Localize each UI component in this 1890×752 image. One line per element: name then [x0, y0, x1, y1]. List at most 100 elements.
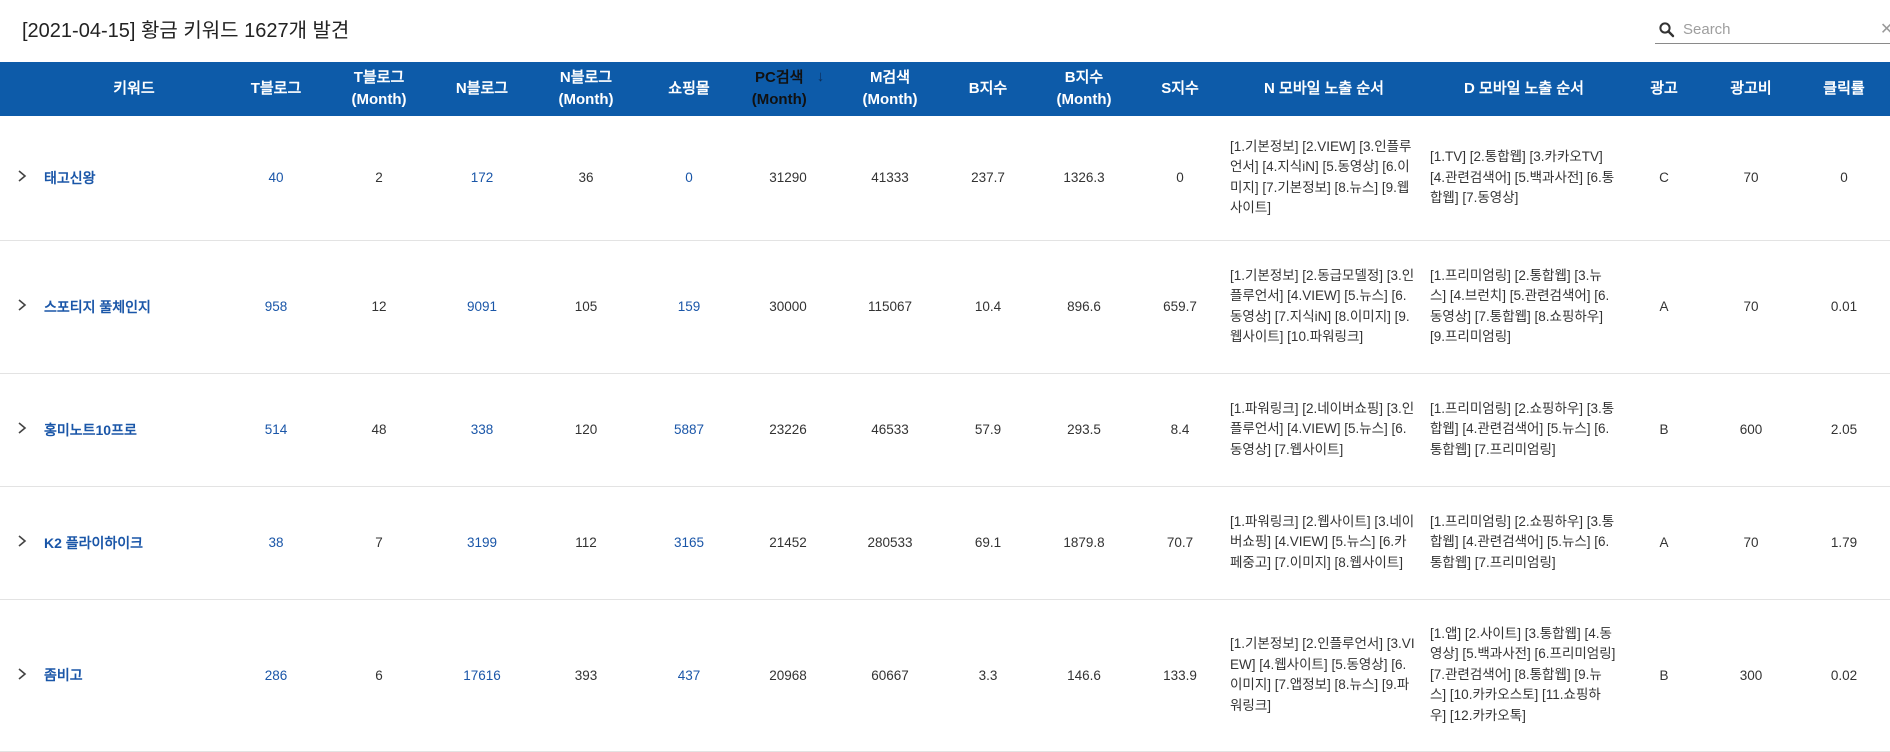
- col-b-index-month[interactable]: B지수 (Month): [1032, 62, 1136, 116]
- n-blog-cell[interactable]: 338: [430, 373, 534, 486]
- n-blog-cell[interactable]: 9091: [430, 240, 534, 373]
- col-keyword[interactable]: 키워드: [44, 62, 224, 116]
- n-blog-month-cell: 112: [575, 535, 597, 550]
- b-index-cell: 57.9: [974, 422, 1002, 437]
- shopping-cell[interactable]: 159: [638, 240, 740, 373]
- col-shopping[interactable]: 쇼핑몰: [638, 62, 740, 116]
- shopping-cell[interactable]: 0: [638, 116, 740, 240]
- keyword-cell: 좀비고: [44, 599, 224, 751]
- chevron-right-icon[interactable]: [17, 534, 27, 548]
- n-blog-cell[interactable]: 3199: [430, 486, 534, 599]
- t-blog-month-cell: 2: [375, 170, 383, 186]
- expand-cell[interactable]: [0, 373, 44, 486]
- m-search-cell: 46533: [871, 422, 909, 437]
- keyword-table: 키워드 T블로그 T블로그 (Month) N블로그 N블로그 (Month) 쇼핑…: [0, 62, 1890, 752]
- b-index-month-cell: 1326.3: [1063, 170, 1105, 186]
- b-index-month-cell: 146.6: [1067, 667, 1101, 683]
- keyword-cell: 스포티지 풀체인지: [44, 240, 224, 373]
- t-blog-month-cell: 48: [371, 422, 387, 437]
- ad-cell: B: [1659, 667, 1669, 683]
- ad-cell: A: [1659, 535, 1669, 550]
- keyword-link[interactable]: 홍미노트10프로: [44, 422, 137, 438]
- keyword-link[interactable]: 좀비고: [44, 667, 83, 683]
- clear-icon[interactable]: ✕: [1880, 20, 1890, 38]
- t-blog-month-cell: 12: [371, 299, 387, 314]
- b-index-cell: 237.7: [971, 170, 1005, 186]
- d-mobile-order-cell: [1.프리미엄링] [2.쇼핑하우] [3.통합웹] [4.관련검색어] [5.…: [1430, 400, 1615, 457]
- col-n-blog[interactable]: N블로그: [430, 62, 534, 116]
- top-bar: [2021-04-15] 황금 키워드 1627개 발견 ✕: [0, 0, 1890, 62]
- col-pc-search[interactable]: PC검색 (Month)↓: [740, 62, 836, 116]
- ad-cell: B: [1659, 422, 1669, 437]
- table-row[interactable]: 홍미노트10프로 514 48 338 120 5887 23226 46533…: [0, 373, 1890, 486]
- col-ad[interactable]: 광고: [1624, 62, 1704, 116]
- col-m-search[interactable]: M검색 (Month): [836, 62, 944, 116]
- s-index-cell: 70.7: [1166, 535, 1194, 550]
- col-d-mobile-order[interactable]: D 모바일 노출 순서: [1424, 62, 1624, 116]
- t-blog-cell[interactable]: 514: [224, 373, 328, 486]
- keyword-link[interactable]: 스포티지 풀체인지: [44, 299, 151, 315]
- n-mobile-order-cell: [1.파워링크] [2.네이버쇼핑] [3.인플루언서] [4.VIEW] [5…: [1230, 400, 1415, 457]
- col-t-blog[interactable]: T블로그: [224, 62, 328, 116]
- ad-cell: A: [1659, 299, 1669, 314]
- n-mobile-order-cell: [1.파워링크] [2.웹사이트] [3.네이버쇼핑] [4.VIEW] [5.…: [1230, 513, 1415, 570]
- table-row[interactable]: 좀비고 286 6 17616 393 437 20968 60667 3.3 …: [0, 599, 1890, 751]
- t-blog-cell[interactable]: 38: [224, 486, 328, 599]
- chevron-right-icon[interactable]: [17, 667, 27, 681]
- n-blog-cell[interactable]: 172: [430, 116, 534, 240]
- t-blog-cell[interactable]: 40: [224, 116, 328, 240]
- search-input[interactable]: [1683, 17, 1878, 41]
- pc-search-cell: 23226: [769, 422, 807, 437]
- ctr-cell: 0: [1840, 170, 1848, 186]
- s-index-cell: 0: [1176, 170, 1184, 186]
- chevron-right-icon[interactable]: [17, 169, 27, 183]
- pc-search-cell: 31290: [769, 170, 807, 186]
- t-blog-cell[interactable]: 958: [224, 240, 328, 373]
- shopping-cell[interactable]: 3165: [638, 486, 740, 599]
- keyword-cell: 홍미노트10프로: [44, 373, 224, 486]
- col-ad-cost[interactable]: 광고비: [1704, 62, 1798, 116]
- expand-cell[interactable]: [0, 599, 44, 751]
- expand-header: [0, 62, 44, 116]
- n-blog-cell[interactable]: 17616: [430, 599, 534, 751]
- table-row[interactable]: 태고신왕 40 2 172 36 0 31290 41333 237.7 132…: [0, 116, 1890, 240]
- t-blog-cell[interactable]: 286: [224, 599, 328, 751]
- b-index-month-cell: 896.6: [1067, 299, 1101, 314]
- b-index-cell: 3.3: [978, 667, 998, 683]
- col-ctr[interactable]: 클릭률: [1798, 62, 1890, 116]
- col-n-mobile-order[interactable]: N 모바일 노출 순서: [1224, 62, 1424, 116]
- chevron-right-icon[interactable]: [17, 298, 27, 312]
- col-s-index[interactable]: S지수: [1136, 62, 1224, 116]
- n-mobile-order-cell: [1.기본정보] [2.인플루언서] [3.VIEW] [4.웹사이트] [5.…: [1230, 636, 1415, 713]
- s-index-cell: 8.4: [1170, 422, 1190, 437]
- shopping-cell[interactable]: 437: [638, 599, 740, 751]
- col-n-blog-month[interactable]: N블로그 (Month): [534, 62, 638, 116]
- table-row[interactable]: 스포티지 풀체인지 958 12 9091 105 159 30000 1150…: [0, 240, 1890, 373]
- keyword-link[interactable]: 태고신왕: [44, 170, 96, 186]
- search-box[interactable]: ✕: [1655, 16, 1890, 44]
- shopping-cell[interactable]: 5887: [638, 373, 740, 486]
- expand-cell[interactable]: [0, 240, 44, 373]
- keyword-cell: K2 플라이하이크: [44, 486, 224, 599]
- expand-cell[interactable]: [0, 116, 44, 240]
- col-t-blog-month[interactable]: T블로그 (Month): [328, 62, 430, 116]
- table-row[interactable]: K2 플라이하이크 38 7 3199 112 3165 21452 28053…: [0, 486, 1890, 599]
- b-index-month-cell: 293.5: [1067, 422, 1101, 437]
- chevron-right-icon[interactable]: [17, 421, 27, 435]
- keyword-link[interactable]: K2 플라이하이크: [44, 535, 143, 551]
- t-blog-month-cell: 7: [375, 535, 383, 550]
- ad-cost-cell: 70: [1743, 170, 1759, 186]
- d-mobile-order-cell: [1.프리미엄링] [2.쇼핑하우] [3.통합웹] [4.관련검색어] [5.…: [1430, 513, 1615, 570]
- d-mobile-order-cell: [1.TV] [2.통합웹] [3.카카오TV] [4.관련검색어] [5.백과…: [1430, 149, 1615, 205]
- s-index-cell: 659.7: [1163, 299, 1197, 314]
- expand-cell[interactable]: [0, 486, 44, 599]
- col-b-index[interactable]: B지수: [944, 62, 1032, 116]
- n-mobile-order-cell: [1.기본정보] [2.동급모델정] [3.인플루언서] [4.VIEW] [5…: [1230, 267, 1415, 345]
- n-blog-month-cell: 120: [574, 422, 598, 437]
- pc-search-cell: 20968: [769, 667, 807, 683]
- ctr-cell: 1.79: [1830, 535, 1858, 550]
- d-mobile-order-cell: [1.앱] [2.사이트] [3.통합웹] [4.동영상] [5.백과사전] […: [1430, 625, 1616, 723]
- b-index-cell: 69.1: [974, 535, 1002, 550]
- header-row: 키워드 T블로그 T블로그 (Month) N블로그 N블로그 (Month) 쇼핑…: [0, 62, 1890, 116]
- page-title: [2021-04-15] 황금 키워드 1627개 발견: [22, 20, 350, 42]
